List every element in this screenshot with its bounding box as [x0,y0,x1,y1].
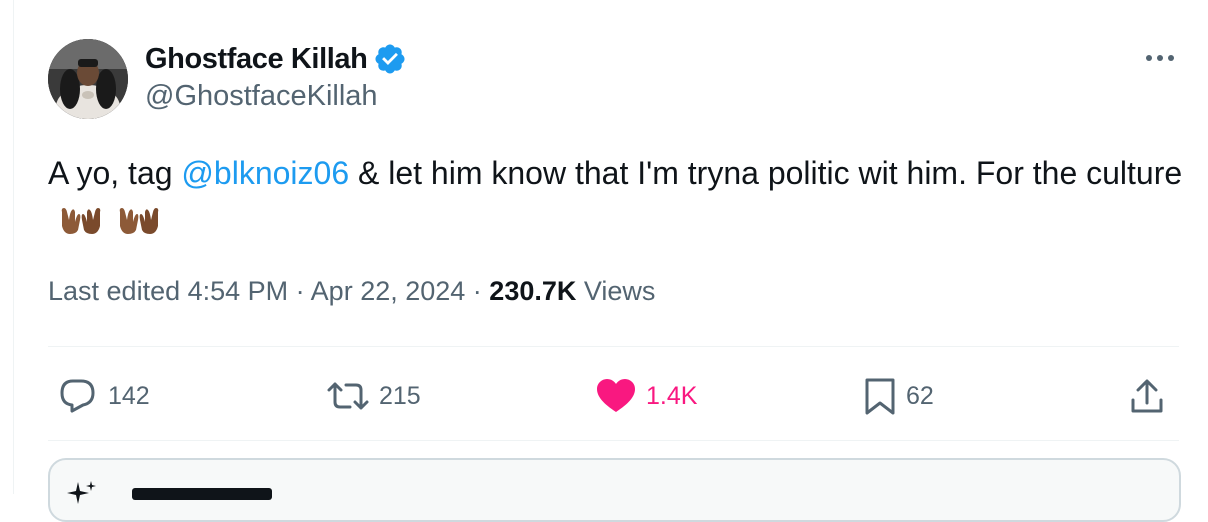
share-icon [1131,379,1163,413]
open-hands-emoji [116,202,162,236]
more-options-icon[interactable] [1140,48,1180,68]
meta-separator: · [465,276,490,306]
avatar-image [48,39,128,119]
reply-icon [60,379,95,413]
related-card[interactable] [48,458,1181,522]
left-border [13,0,14,494]
bookmark-count: 62 [906,381,934,410]
like-button[interactable]: 1.4K [594,374,697,418]
divider-top [48,346,1179,347]
mention-link[interactable]: @blknoiz06 [181,155,349,191]
card-title-clipped [132,488,272,500]
edited-label[interactable]: Last edited 4:54 PM [48,276,288,306]
repost-icon [327,382,369,410]
sparkle-icon [67,481,96,504]
bookmark-button[interactable]: 62 [862,374,934,418]
bookmark-icon [865,378,895,415]
reply-count: 142 [108,381,150,410]
divider-bottom [48,440,1179,441]
repost-count: 215 [379,381,421,410]
open-hands-emoji [58,202,104,236]
author-name-row: Ghostface Killah [145,41,407,77]
share-button[interactable] [1127,374,1167,418]
like-icon [597,379,635,412]
like-count: 1.4K [646,381,698,410]
tweet-date[interactable]: Apr 22, 2024 [311,276,466,306]
views-count[interactable]: 230.7K [489,276,576,306]
author-name[interactable]: Ghostface Killah [145,43,368,76]
tweet-text-end: & let him know that I'm tryna politic wi… [349,155,1183,191]
avatar[interactable] [48,39,128,119]
verified-badge-icon[interactable] [373,42,407,76]
views-label: Views [576,276,656,306]
reply-button[interactable]: 142 [56,374,150,418]
author-handle[interactable]: @GhostfaceKillah [145,80,378,113]
tweet-text: A yo, tag @blknoiz06 & let him know that… [48,150,1188,242]
tweet-meta: Last edited 4:54 PM · Apr 22, 2024 · 230… [48,276,655,307]
meta-separator: · [288,276,311,306]
tweet-text-start: A yo, tag [48,155,182,191]
repost-button[interactable]: 215 [325,374,421,418]
